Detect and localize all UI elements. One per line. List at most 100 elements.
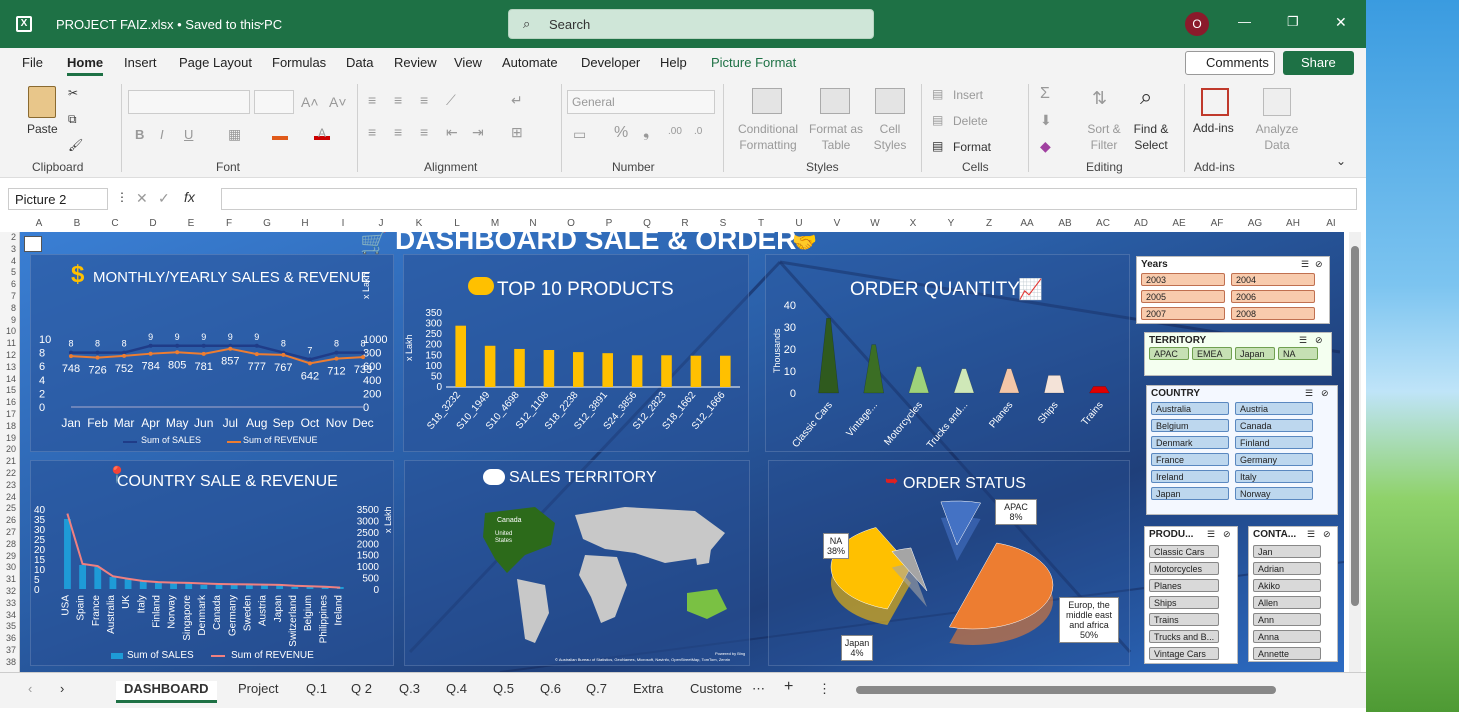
contact-slicer[interactable]: CONTA... ☰ ⊘ Jan Adrian Akiko Allen Ann Anna A…: [1248, 526, 1338, 662]
add-sheet-icon[interactable]: +: [784, 678, 793, 696]
enter-icon[interactable]: ✓: [158, 190, 170, 207]
row-header[interactable]: 20: [0, 444, 16, 454]
slicer-item-years[interactable]: 2007: [1141, 307, 1225, 320]
search-box[interactable]: ⌕ Search: [508, 9, 874, 39]
formula-input[interactable]: [221, 188, 1357, 210]
slicer-item-years[interactable]: 2005: [1141, 290, 1225, 303]
column-header[interactable]: I: [324, 218, 362, 232]
slicer-item-territory[interactable]: APAC: [1149, 347, 1189, 360]
row-header[interactable]: 29: [0, 551, 16, 561]
column-header[interactable]: N: [514, 218, 552, 232]
close-button[interactable]: ✕: [1335, 14, 1347, 31]
slicer-item-contact[interactable]: Annette: [1253, 647, 1321, 660]
format-cells-button[interactable]: Format: [953, 140, 991, 154]
slicer-item-product[interactable]: Motorcycles: [1149, 562, 1219, 575]
slicer-item-territory[interactable]: EMEA: [1192, 347, 1232, 360]
territory-slicer[interactable]: TERRITORY ☰ ⊘ APAC EMEA Japan NA: [1144, 332, 1332, 376]
row-header[interactable]: 17: [0, 409, 16, 419]
clear-icon[interactable]: ◆: [1040, 138, 1051, 155]
row-header[interactable]: 9: [0, 315, 16, 325]
column-header[interactable]: AE: [1160, 218, 1198, 232]
slicer-item-territory[interactable]: Japan: [1235, 347, 1275, 360]
cell-styles-button[interactable]: Cell Styles: [867, 121, 913, 153]
restore-button[interactable]: ❐: [1287, 14, 1299, 30]
row-header[interactable]: 5: [0, 267, 16, 277]
row-header[interactable]: 38: [0, 657, 16, 667]
accounting-format-icon[interactable]: ▭: [573, 126, 586, 143]
column-header[interactable]: AI: [1312, 218, 1350, 232]
sheet-tab[interactable]: Extra: [633, 681, 663, 696]
paste-button[interactable]: Paste: [27, 122, 58, 136]
format-as-table-button[interactable]: Format as Table: [805, 121, 867, 153]
chevron-down-icon[interactable]: ⌄: [257, 15, 266, 28]
menu-developer[interactable]: Developer: [581, 55, 640, 70]
font-color-icon[interactable]: A: [314, 126, 330, 140]
more-options-icon[interactable]: ⋮: [116, 190, 128, 204]
comments-button[interactable]: Comments: [1185, 51, 1275, 75]
sheet-tab[interactable]: Q.6: [540, 681, 561, 696]
slicer-item-country[interactable]: Norway: [1235, 487, 1313, 500]
column-header[interactable]: AF: [1198, 218, 1236, 232]
slicer-item-country[interactable]: France: [1151, 453, 1229, 466]
slicer-item-product[interactable]: Planes: [1149, 579, 1219, 592]
column-header[interactable]: G: [248, 218, 286, 232]
row-header[interactable]: 6: [0, 279, 16, 289]
row-header[interactable]: 30: [0, 562, 16, 572]
orientation-icon[interactable]: ⟋: [446, 92, 456, 109]
column-header[interactable]: U: [780, 218, 818, 232]
minimize-button[interactable]: —: [1238, 14, 1251, 29]
row-header[interactable]: 21: [0, 456, 16, 466]
row-header[interactable]: 35: [0, 621, 16, 631]
column-header[interactable]: X: [894, 218, 932, 232]
column-header[interactable]: A: [20, 218, 58, 232]
bold-button[interactable]: B: [135, 127, 144, 142]
horizontal-scroll-thumb[interactable]: [856, 686, 1276, 694]
paste-icon[interactable]: [28, 86, 56, 118]
slicer-item-country[interactable]: Canada: [1235, 419, 1313, 432]
row-header[interactable]: 25: [0, 503, 16, 513]
sheet-tab[interactable]: Q.3: [399, 681, 420, 696]
increase-font-icon[interactable]: A˄: [301, 94, 319, 110]
cut-icon[interactable]: ✂: [68, 86, 78, 100]
align-left-icon[interactable]: ≡: [368, 124, 376, 140]
italic-button[interactable]: I: [160, 127, 164, 142]
clear-filter-icon[interactable]: ⊘: [1223, 529, 1231, 540]
avatar[interactable]: O: [1185, 12, 1209, 36]
product-slicer[interactable]: PRODU... ☰ ⊘ Classic Cars Motorcycles Plan…: [1144, 526, 1238, 664]
sheet-tab[interactable]: DASHBOARD: [116, 681, 217, 703]
slicer-item-country[interactable]: Germany: [1235, 453, 1313, 466]
align-bottom-icon[interactable]: ≡: [420, 92, 428, 108]
multiselect-icon[interactable]: ☰: [1301, 259, 1309, 270]
slicer-item-product[interactable]: Trucks and B...: [1149, 630, 1219, 643]
column-header[interactable]: C: [96, 218, 134, 232]
slicer-item-country[interactable]: Austria: [1235, 402, 1313, 415]
column-header[interactable]: B: [58, 218, 96, 232]
row-header[interactable]: 11: [0, 338, 16, 348]
column-header[interactable]: AG: [1236, 218, 1274, 232]
underline-button[interactable]: U: [184, 127, 193, 142]
slicer-item-contact[interactable]: Jan: [1253, 545, 1321, 558]
font-name-box[interactable]: [128, 90, 250, 114]
row-header[interactable]: 7: [0, 291, 16, 301]
name-box[interactable]: Picture 2: [8, 188, 108, 210]
decrease-decimal-icon[interactable]: .0: [694, 126, 702, 137]
menu-formulas[interactable]: Formulas: [272, 55, 326, 70]
row-header[interactable]: 8: [0, 303, 16, 313]
prev-sheet-icon[interactable]: ‹: [28, 681, 32, 696]
decrease-font-icon[interactable]: A˅: [329, 94, 347, 110]
multiselect-icon[interactable]: ☰: [1305, 388, 1313, 399]
row-header[interactable]: 2: [0, 232, 16, 242]
slicer-item-country[interactable]: Belgium: [1151, 419, 1229, 432]
column-header[interactable]: AC: [1084, 218, 1122, 232]
sort-filter-button[interactable]: Sort & Filter: [1084, 121, 1124, 153]
column-header[interactable]: W: [856, 218, 894, 232]
row-header[interactable]: 27: [0, 527, 16, 537]
row-header[interactable]: 37: [0, 645, 16, 655]
column-header[interactable]: Y: [932, 218, 970, 232]
slicer-item-country[interactable]: Ireland: [1151, 470, 1229, 483]
fill-color-icon[interactable]: [272, 126, 288, 140]
slicer-item-contact[interactable]: Ann: [1253, 613, 1321, 626]
slicer-item-contact[interactable]: Anna: [1253, 630, 1321, 643]
row-header[interactable]: 33: [0, 598, 16, 608]
sheet-tab[interactable]: Q 2: [351, 681, 372, 696]
